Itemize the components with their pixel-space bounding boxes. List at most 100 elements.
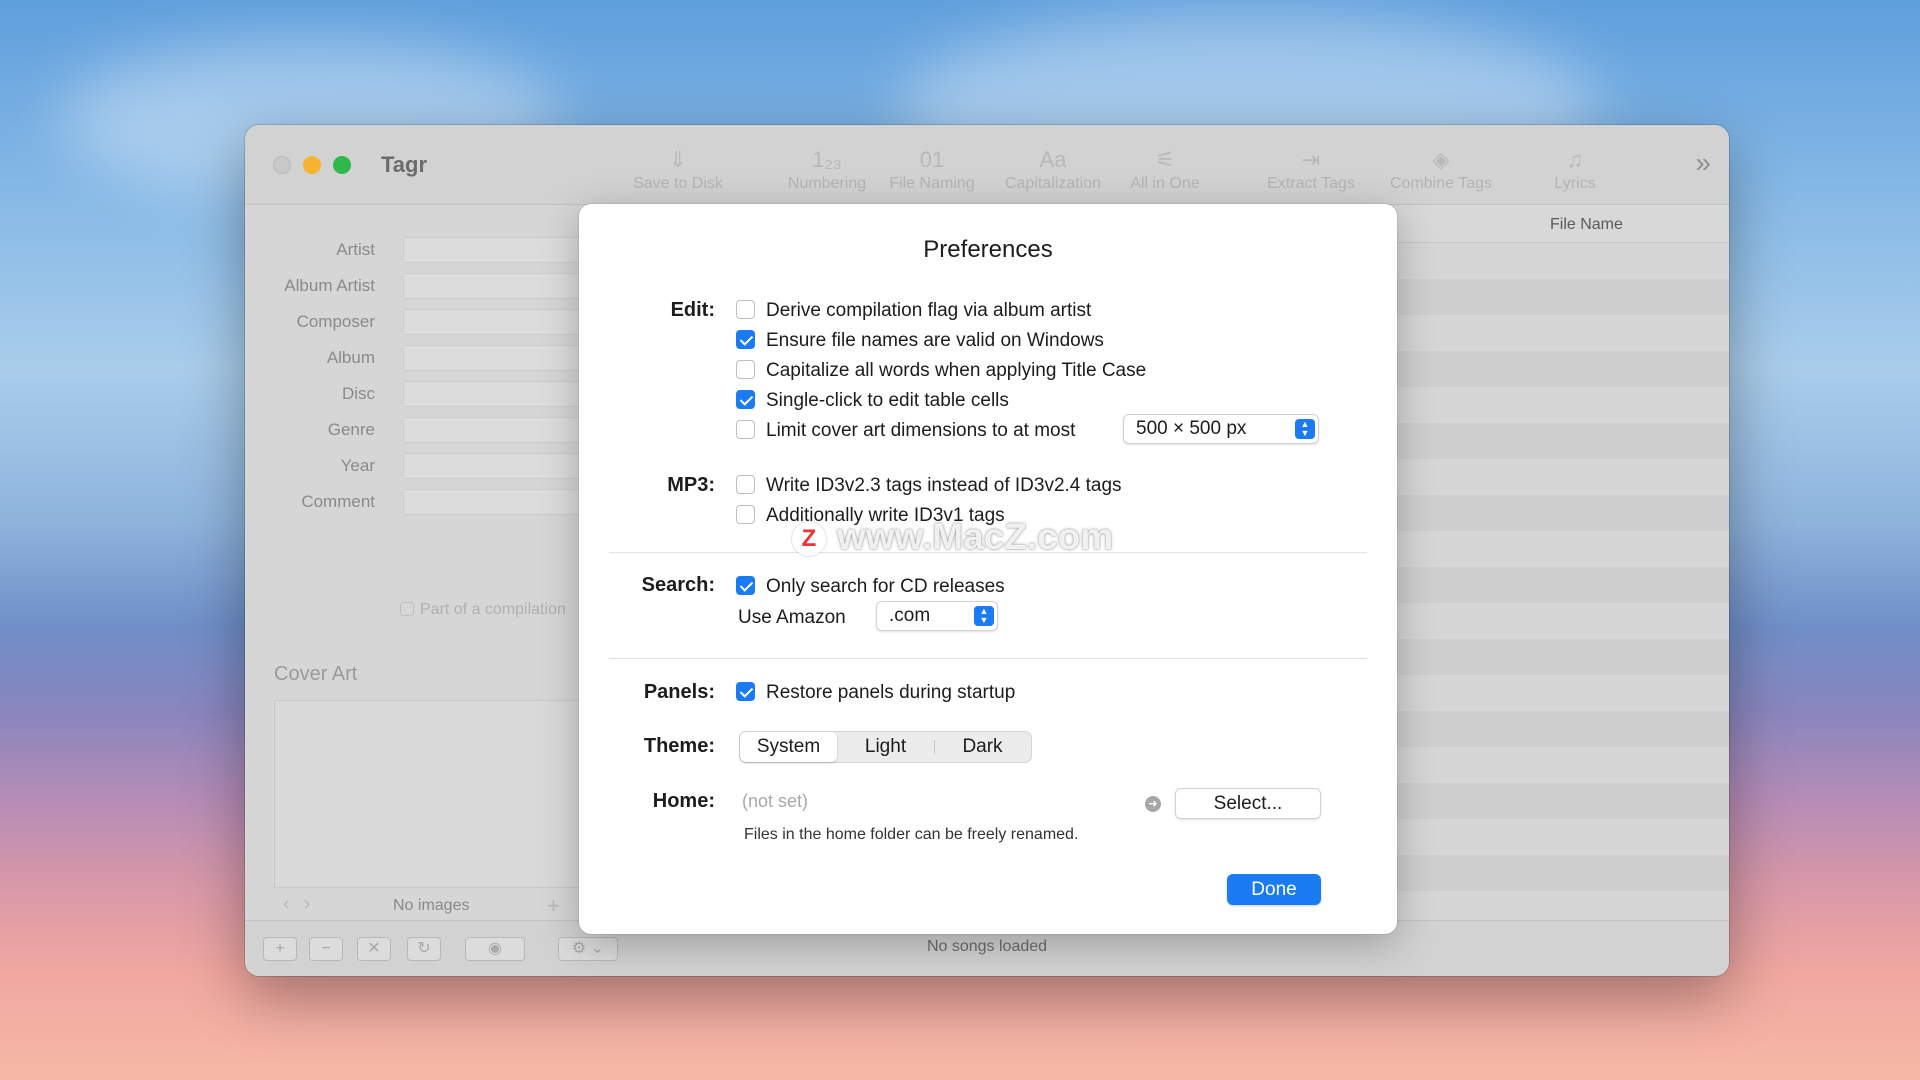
option-label: Derive compilation flag via album artist [766,300,1092,321]
toolbar-lyrics[interactable]: ♫ Lyrics [1545,145,1605,193]
restore-panels-checkbox[interactable]: Restore panels during startup [736,681,1015,705]
chevron-left-icon[interactable]: ‹ [283,893,304,915]
id3v23-checkbox[interactable]: Write ID3v2.3 tags instead of ID3v2.4 ta… [736,474,1122,498]
cover-nav: ‹› [283,893,324,916]
single-click-edit-checkbox[interactable]: Single-click to edit table cells [736,389,1009,413]
toolbar-label: Lyrics [1554,175,1596,192]
table-row [1395,711,1729,747]
checkbox-box [736,682,755,701]
status-text: No songs loaded [926,938,1048,955]
column-header[interactable]: File Name [1395,205,1729,243]
chevron-updown-icon: ▲ ▼ [1295,419,1315,439]
derive-compilation-checkbox[interactable]: Derive compilation flag via album artist [736,299,1091,323]
done-button[interactable]: Done [1227,874,1321,905]
field-label: Year [340,456,375,475]
checkbox-box [736,390,755,409]
watermark-text: www.MacZ.com [837,516,1114,557]
home-section-label: Home: [652,790,715,812]
mp3-section-label: MP3: [667,474,715,496]
album-input[interactable] [403,345,590,371]
compilation-checkbox[interactable]: Part of a compilation [400,601,566,619]
table-row [1395,639,1729,675]
cd-releases-checkbox[interactable]: Only search for CD releases [736,575,1005,599]
table-row [1395,423,1729,459]
chevron-updown-icon: ▲ ▼ [974,606,994,626]
toolbar-capitalization[interactable]: Aa Capitalization [998,145,1108,193]
theme-segmented-control: System Light Dark [739,731,1032,763]
year-input[interactable] [403,453,590,479]
field-composer: Composer [245,307,590,337]
limit-cover-art-checkbox[interactable]: Limit cover art dimensions to at most [736,419,1075,443]
toolbar-all-in-one[interactable]: ⚟ All in One [1125,145,1205,193]
table-row [1395,855,1729,891]
extract-tags-icon: ⇥ [1301,147,1321,172]
chevron-right-icon[interactable]: › [304,893,325,915]
titlebar: Tagr ⇓ Save to Disk 1₂₃ Numbering 01 Fil… [245,125,1729,205]
field-album: Album [245,343,590,373]
theme-system-segment[interactable]: System [740,732,837,762]
table-row [1395,351,1729,387]
select-home-button[interactable]: Select... [1175,788,1321,819]
genre-input[interactable] [403,417,590,443]
toolbar-label: Save to Disk [633,175,723,192]
panels-section-label: Panels: [643,681,715,703]
theme-light-segment[interactable]: Light [837,732,934,762]
save-disk-icon: ⇓ [668,147,688,172]
tag-editor-panel: Artist Album Artist Composer Album Disc … [245,205,590,918]
zoom-window-button[interactable] [333,156,351,174]
field-genre: Genre [245,415,590,445]
table-row [1395,567,1729,603]
field-artist: Artist [245,235,590,265]
album-artist-input[interactable] [403,273,590,299]
disc-input[interactable] [403,381,590,407]
reveal-arrow-icon[interactable]: ➜ [1145,796,1161,812]
cover-art-well[interactable] [274,700,590,888]
toolbar-label: Extract Tags [1267,175,1355,192]
combine-tags-icon: ◈ [1432,147,1450,172]
option-label: Restore panels during startup [766,682,1016,703]
windows-filenames-checkbox[interactable]: Ensure file names are valid on Windows [736,329,1104,353]
field-label: Genre [327,420,375,439]
capitalize-all-words-checkbox[interactable]: Capitalize all words when applying Title… [736,359,1146,383]
table-row [1395,279,1729,315]
column-file-name: File Name [1550,216,1623,233]
search-section-label: Search: [641,574,715,596]
toolbar-file-naming[interactable]: 01 File Naming [882,145,982,193]
toolbar-numbering[interactable]: 1₂₃ Numbering [777,145,877,193]
checkbox-box [736,360,755,379]
toolbar-label: File Naming [889,175,975,192]
compilation-label: Part of a compilation [420,601,566,618]
field-label: Artist [336,240,375,259]
use-amazon-label: Use Amazon [738,607,846,628]
artist-input[interactable] [403,237,590,263]
toolbar-extract-tags[interactable]: ⇥ Extract Tags [1256,145,1366,193]
edit-section-label: Edit: [670,299,715,321]
divider [609,658,1367,659]
watermark-logo: Z [792,522,826,556]
theme-section-label: Theme: [643,735,715,757]
field-label: Comment [301,492,375,511]
toolbar-label: Capitalization [1004,175,1102,192]
theme-dark-segment[interactable]: Dark [934,732,1031,762]
amazon-domain-select[interactable]: .com ▲ ▼ [876,601,998,631]
home-hint: Files in the home folder can be freely r… [744,826,1079,843]
minimize-window-button[interactable] [303,156,321,174]
option-label: Capitalize all words when applying Title… [766,360,1147,381]
cover-art-title: Cover Art [274,663,358,685]
toolbar-save-to-disk[interactable]: ⇓ Save to Disk [623,145,733,193]
table-row [1395,783,1729,819]
preferences-sheet: Preferences Edit: Derive compilation fla… [579,204,1397,934]
field-year: Year [245,451,590,481]
composer-input[interactable] [403,309,590,335]
song-table: File Name [1395,205,1729,895]
option-label: Single-click to edit table cells [766,390,1009,411]
cover-dimension-select[interactable]: 500 × 500 px ▲ ▼ [1123,414,1319,444]
toolbar-overflow-icon[interactable]: » [1695,147,1711,179]
close-window-button[interactable] [273,156,291,174]
all-in-one-icon: ⚟ [1155,147,1175,172]
add-cover-icon[interactable]: + [547,893,560,919]
toolbar-combine-tags[interactable]: ◈ Combine Tags [1379,145,1503,193]
checkbox-box [736,420,755,439]
comment-input[interactable] [403,489,590,515]
field-album-artist: Album Artist [245,271,590,301]
